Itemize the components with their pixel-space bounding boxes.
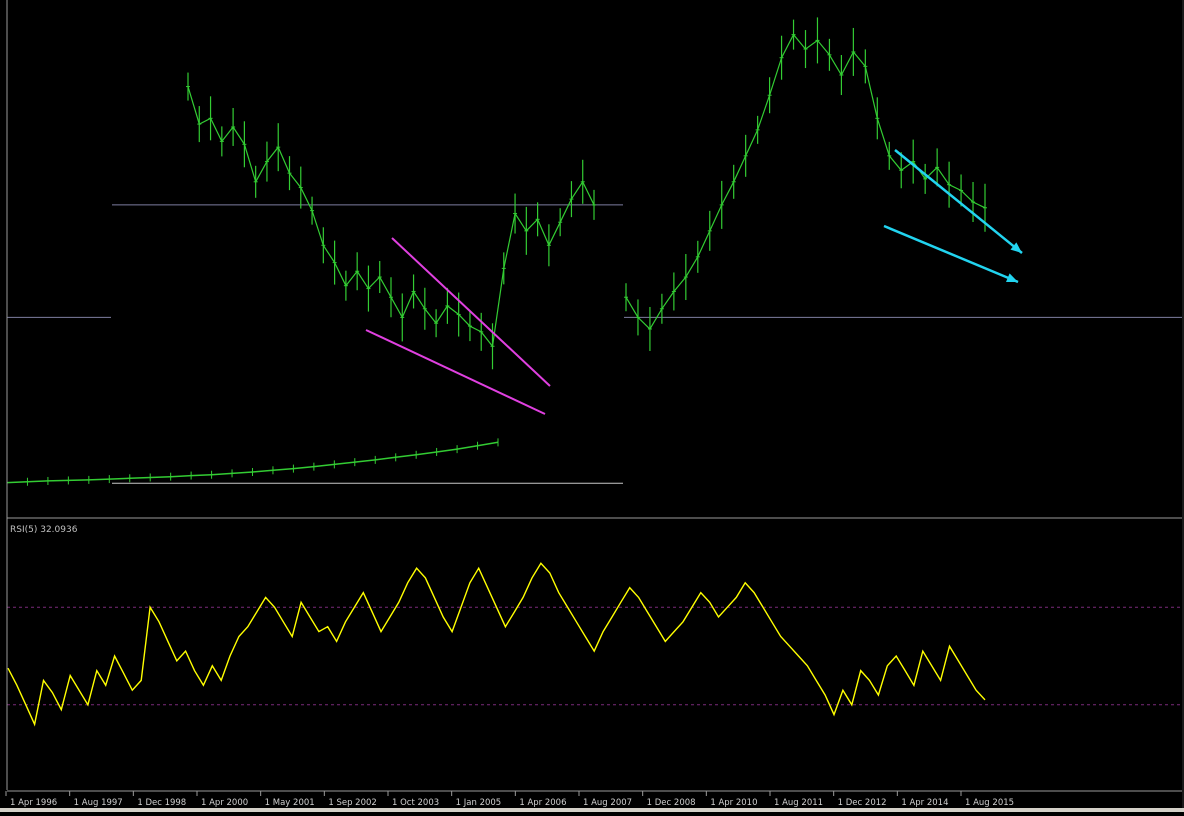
time-axis-label: 1 Apr 1996 <box>10 798 57 808</box>
time-axis-label: 1 Apr 2006 <box>519 798 566 808</box>
time-axis-label: 1 Aug 2007 <box>583 798 632 808</box>
time-axis-label: 1 Apr 2010 <box>710 798 757 808</box>
time-axis-label: 1 Aug 2011 <box>774 798 823 808</box>
pane-frames <box>6 0 1184 792</box>
time-axis-label: 1 Oct 2003 <box>392 798 439 808</box>
chart-canvas: 1 Apr 1996 1 Aug 1997 1 Dec 1998 1 Apr 2000… <box>5 0 1184 808</box>
time-axis-label: 1 Dec 2008 <box>647 798 696 808</box>
rsi-series <box>7 562 986 727</box>
time-axis-label: 1 Dec 1998 <box>137 798 186 808</box>
time-axis: 1 Apr 1996 1 Aug 1997 1 Dec 1998 1 Apr 2000… <box>5 791 1014 808</box>
pattern-lower-line <box>365 329 546 415</box>
status-bar <box>0 808 1184 812</box>
rsi-indicator-label: RSI(5) 32.0936 <box>10 525 78 535</box>
time-axis-label: 1 Apr 2014 <box>901 798 948 808</box>
time-axis-label: 1 Apr 2000 <box>201 798 248 808</box>
price-series <box>6 17 987 487</box>
rsi-line <box>7 562 986 727</box>
time-axis-label: 1 Sep 2002 <box>328 798 376 808</box>
time-axis-label: 1 Aug 2015 <box>965 798 1014 808</box>
time-axis-label: 1 Aug 1997 <box>74 798 123 808</box>
time-axis-label: 1 May 2001 <box>265 798 315 808</box>
pattern-lines <box>365 149 1023 415</box>
horizontal-levels <box>7 204 1184 484</box>
curve-line <box>6 441 499 484</box>
rsi-levels <box>7 606 1184 706</box>
time-axis-label: 1 Dec 2012 <box>838 798 887 808</box>
time-axis-label: 1 Jan 2005 <box>456 798 502 808</box>
right-series-line <box>625 33 986 330</box>
chart-area[interactable]: 1 Apr 1996 1 Aug 1997 1 Dec 1998 1 Apr 2000… <box>0 0 1184 812</box>
pattern-upper-line <box>391 237 551 387</box>
